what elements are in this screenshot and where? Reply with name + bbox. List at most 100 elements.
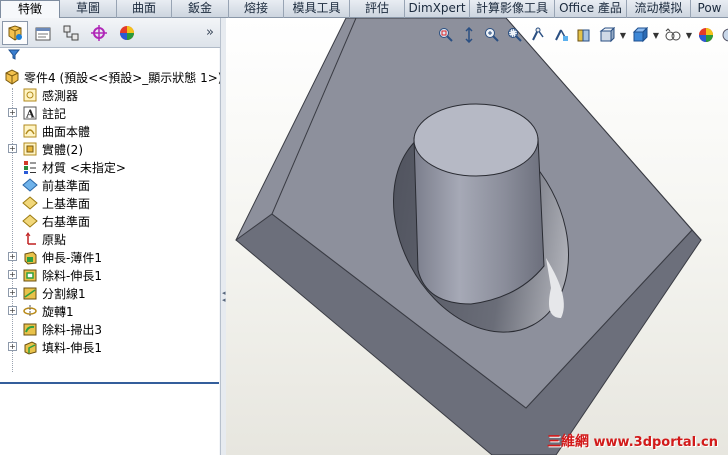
feature-tree: 零件4 (預設<<預設>_顯示狀態 1>) 感測器 + A 註記 曲面本體 + … <box>0 48 222 382</box>
tree-item-label: 除料-掃出3 <box>42 322 102 337</box>
view-orientation-icon[interactable] <box>526 25 549 45</box>
tree-item-top-plane[interactable]: 上基準面 <box>22 194 90 212</box>
chevron-down-icon[interactable]: ▼ <box>618 25 628 45</box>
watermark-url: www.3dportal.cn <box>593 435 718 450</box>
material-icon <box>22 159 38 175</box>
tree-root[interactable]: 零件4 (預設<<預設>_顯示狀態 1>) <box>4 68 222 86</box>
previous-view-icon[interactable] <box>480 25 503 45</box>
expand-revolve-toggle[interactable]: + <box>8 306 17 315</box>
expand-split-line-toggle[interactable]: + <box>8 288 17 297</box>
surface-bodies-icon <box>22 123 38 139</box>
tree-item-label: 上基準面 <box>42 196 91 211</box>
edit-appearance-icon[interactable] <box>694 25 717 45</box>
watermark: 三維網 www.3dportal.cn <box>547 431 718 451</box>
tab-photoview[interactable]: 計算影像工具 <box>470 0 555 18</box>
configuration-manager-icon[interactable] <box>58 21 84 45</box>
watermark-cn: 三維網 <box>546 434 589 450</box>
dimxpert-manager-icon[interactable] <box>86 21 112 45</box>
plane-icon <box>22 177 38 193</box>
display-style-icon[interactable] <box>549 25 572 45</box>
manager-tabs: » <box>0 18 220 48</box>
tree-item-label: 前基準面 <box>42 178 91 193</box>
chevron-down-icon[interactable]: ▼ <box>684 25 694 45</box>
lower-panel <box>0 382 219 455</box>
chevron-down-icon[interactable]: ▼ <box>651 25 661 45</box>
tree-item-surface-bodies[interactable]: 曲面本體 <box>22 122 90 140</box>
tree-item-label: 除料-伸長1 <box>42 268 102 283</box>
plane-icon <box>22 213 38 229</box>
tab-evaluate[interactable]: 評估 <box>350 0 405 18</box>
command-manager-tabs: 特徵 草圖 曲面 鈑金 熔接 模具工具 評估 DimXpert 計算影像工具 O… <box>0 0 728 19</box>
cube-display-icon[interactable] <box>628 25 651 45</box>
expand-solid-bodies-toggle[interactable]: + <box>8 144 17 153</box>
tree-item-split-line[interactable]: 分割線1 <box>22 284 86 302</box>
tree-item-cut-sweep[interactable]: 除料-掃出3 <box>22 320 102 338</box>
tab-mold-tools[interactable]: 模具工具 <box>284 0 350 18</box>
tree-item-label: 原點 <box>42 232 67 247</box>
tab-flow-simulation[interactable]: 流动模拟 <box>627 0 691 18</box>
tree-item-annotations[interactable]: A 註記 <box>22 104 66 122</box>
boss-extrude-icon <box>22 339 38 355</box>
expand-cut-extrude-toggle[interactable]: + <box>8 270 17 279</box>
apply-scene-icon[interactable] <box>717 25 728 45</box>
tree-item-label: 伸長-薄件1 <box>42 250 102 265</box>
tree-item-right-plane[interactable]: 右基準面 <box>22 212 90 230</box>
hide-show-items-icon[interactable] <box>572 25 595 45</box>
split-line-icon <box>22 285 38 301</box>
tab-features[interactable]: 特徵 <box>0 0 60 19</box>
tree-root-label: 零件4 (預設<<預設>_顯示狀態 1>) <box>24 70 223 85</box>
heads-up-view-toolbar: ▼ ▼ ▼ <box>434 24 728 46</box>
feature-manager-icon[interactable] <box>2 20 28 45</box>
tree-item-label: 旋轉1 <box>42 304 74 319</box>
hide-show-items-icon[interactable] <box>661 25 684 45</box>
property-manager-icon[interactable] <box>30 21 56 45</box>
plane-icon <box>22 195 38 211</box>
section-view-icon[interactable] <box>503 25 526 45</box>
tree-item-boss-extrude[interactable]: 填料-伸長1 <box>22 338 102 356</box>
zoom-to-fit-icon[interactable] <box>434 25 457 45</box>
collapse-grip-icon[interactable]: ◂ ◂ <box>222 290 226 304</box>
tree-item-label: 註記 <box>42 106 67 121</box>
tree-item-front-plane[interactable]: 前基準面 <box>22 176 90 194</box>
svg-text:A: A <box>25 108 35 121</box>
part-model <box>235 18 702 455</box>
tree-item-revolve[interactable]: 旋轉1 <box>22 302 74 320</box>
tab-surfaces[interactable]: 曲面 <box>117 0 172 18</box>
cylinder-top-face <box>413 103 539 177</box>
chevron-right-icon[interactable]: » <box>206 25 214 40</box>
tree-item-label: 實體(2) <box>42 142 83 157</box>
tab-office-products[interactable]: Office 產品 <box>555 0 627 18</box>
tree-item-cut-extrude[interactable]: 除料-伸長1 <box>22 266 102 284</box>
tree-item-label: 填料-伸長1 <box>42 340 102 355</box>
tree-line <box>12 88 13 372</box>
expand-extrude-thin-toggle[interactable]: + <box>8 252 17 261</box>
tree-item-solid-bodies[interactable]: 實體(2) <box>22 140 83 158</box>
edit-appearance-icon[interactable] <box>595 25 618 45</box>
feature-manager-panel: » 零件4 (預設<<預設>_顯示狀態 1>) 感測器 + A 註記 曲面本體 … <box>0 18 222 455</box>
filter-icon[interactable] <box>7 49 21 63</box>
tree-item-label: 感測器 <box>42 88 79 103</box>
tab-weldments[interactable]: 熔接 <box>229 0 284 18</box>
tree-item-sensors[interactable]: 感測器 <box>22 86 78 104</box>
zoom-to-area-icon[interactable] <box>457 25 480 45</box>
filter-row <box>0 48 219 64</box>
part-icon <box>4 69 20 85</box>
tree-item-extrude-thin[interactable]: 伸長-薄件1 <box>22 248 102 266</box>
revolve-icon <box>22 303 38 319</box>
tab-power[interactable]: Pow <box>691 0 728 18</box>
tree-item-label: 分割線1 <box>42 286 86 301</box>
expand-boss-extrude-toggle[interactable]: + <box>8 342 17 351</box>
graphics-area[interactable]: ▼ ▼ ▼ 三維網 www.3dportal.cn <box>226 18 728 455</box>
tab-sketch[interactable]: 草圖 <box>60 0 117 18</box>
cut-sweep-icon <box>22 321 38 337</box>
sensor-icon <box>22 87 38 103</box>
origin-icon <box>22 231 38 247</box>
solid-bodies-icon <box>22 141 38 157</box>
display-manager-icon[interactable] <box>114 21 140 45</box>
tab-sheet-metal[interactable]: 鈑金 <box>172 0 229 18</box>
tree-item-origin[interactable]: 原點 <box>22 230 66 248</box>
annotation-icon: A <box>22 105 38 121</box>
expand-annotations-toggle[interactable]: + <box>8 108 17 117</box>
tree-item-material[interactable]: 材質 <未指定> <box>22 158 126 176</box>
tab-dimxpert[interactable]: DimXpert <box>405 0 470 18</box>
